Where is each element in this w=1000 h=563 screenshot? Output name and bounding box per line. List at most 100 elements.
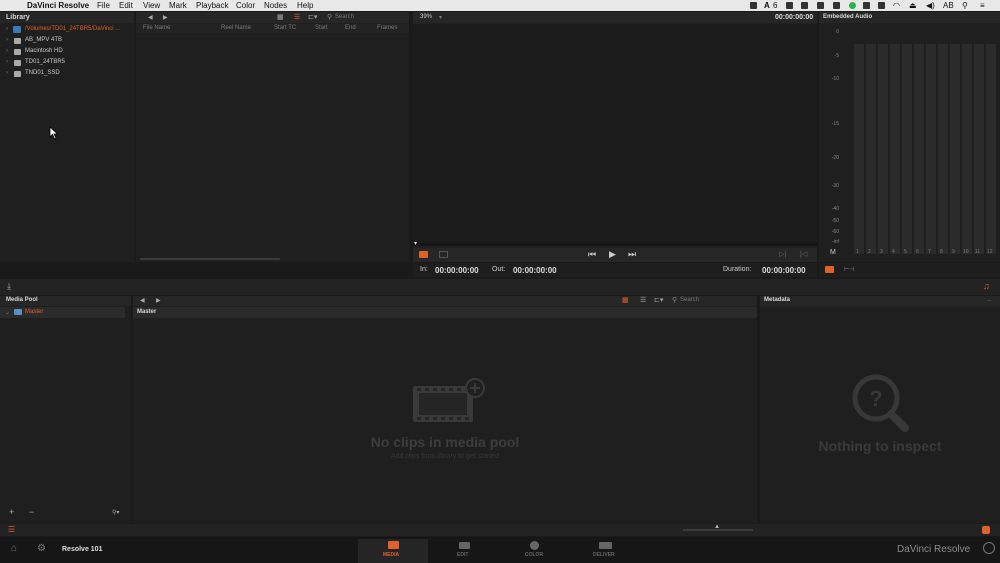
safe-area-icon[interactable] bbox=[439, 251, 448, 258]
menu-playback[interactable]: Playback bbox=[196, 1, 228, 10]
dropbox-icon[interactable] bbox=[863, 2, 870, 9]
workspace-strip: ⤓ ♫ bbox=[0, 279, 1000, 295]
sort-icon[interactable]: ⊏▾ bbox=[308, 13, 317, 21]
wifi-icon[interactable]: ◠ bbox=[893, 1, 900, 10]
app-menu[interactable]: DaVinci Resolve bbox=[27, 1, 89, 10]
meter-bar bbox=[914, 44, 924, 254]
status-icon[interactable] bbox=[849, 2, 856, 9]
meter-bar bbox=[950, 44, 960, 254]
back-icon[interactable]: ◀ bbox=[148, 14, 153, 21]
tab-media[interactable]: MEDIA bbox=[358, 539, 428, 563]
bolt-icon[interactable] bbox=[878, 2, 885, 9]
drive-label: Macintosh HD bbox=[25, 48, 63, 54]
list-view-icon[interactable]: ☰ bbox=[640, 296, 646, 304]
adobe-icon[interactable]: A bbox=[764, 1, 770, 10]
scrubber-bar[interactable] bbox=[413, 243, 817, 246]
jump-start-icon[interactable]: ⏮ bbox=[588, 249, 596, 260]
add-bin-button[interactable]: + bbox=[9, 507, 14, 517]
duration-label: Duration: bbox=[723, 266, 752, 273]
playhead-icon[interactable]: ▾ bbox=[414, 240, 417, 247]
scale-label: -15 bbox=[831, 121, 839, 127]
col-file-name[interactable]: File Name bbox=[143, 25, 170, 31]
tag-icon[interactable] bbox=[982, 526, 990, 534]
menu-edit[interactable]: Edit bbox=[119, 1, 133, 10]
horizontal-scrollbar[interactable] bbox=[140, 258, 280, 260]
menu-view[interactable]: View bbox=[143, 1, 160, 10]
out-timecode[interactable]: 00:00:00:00 bbox=[513, 266, 557, 275]
jump-end-icon[interactable]: ⏭ bbox=[628, 249, 636, 260]
import-icon[interactable]: ⤓ bbox=[7, 281, 11, 292]
clip-view-icon[interactable] bbox=[419, 251, 428, 258]
remove-bin-button[interactable]: − bbox=[29, 507, 34, 517]
menu-color[interactable]: Color bbox=[236, 1, 255, 10]
col-frames[interactable]: Frames bbox=[377, 25, 397, 31]
grid-view-icon[interactable]: ▦ bbox=[622, 296, 629, 304]
meter-bar bbox=[938, 44, 948, 254]
meter-m-label: M bbox=[830, 249, 836, 256]
col-end[interactable]: End bbox=[345, 25, 356, 31]
col-start-tc[interactable]: Start TC bbox=[274, 25, 296, 31]
menu-mark[interactable]: Mark bbox=[169, 1, 187, 10]
back-icon[interactable]: ◀ bbox=[140, 297, 145, 304]
waveform-icon[interactable]: ⊢⊣ bbox=[844, 266, 854, 273]
slider-handle[interactable]: ▲ bbox=[714, 524, 720, 530]
next-frame-icon[interactable]: |◁ bbox=[800, 250, 807, 258]
menu-help[interactable]: Help bbox=[297, 1, 313, 10]
channel-label: 1 bbox=[856, 249, 859, 255]
col-reel-name[interactable]: Reel Name bbox=[221, 25, 251, 31]
window-icon[interactable] bbox=[801, 2, 808, 9]
drive-icon bbox=[14, 60, 21, 66]
list-item[interactable]: › Macintosh HD bbox=[0, 47, 134, 57]
tab-deliver[interactable]: DELIVER bbox=[580, 539, 632, 563]
list-item[interactable]: › TND01_SSD bbox=[0, 69, 134, 79]
film-clip-icon bbox=[413, 378, 485, 422]
channel-label: 8 bbox=[940, 249, 943, 255]
color-icon bbox=[530, 541, 539, 550]
forward-icon[interactable]: ▶ bbox=[163, 14, 168, 21]
bin-item-master[interactable]: ⌄ Master bbox=[0, 307, 125, 318]
search-input[interactable]: Search bbox=[335, 14, 354, 20]
prev-frame-icon[interactable]: ▷| bbox=[779, 250, 786, 258]
meter-bar bbox=[878, 44, 888, 254]
drive-label: AB_MPV 4TB bbox=[25, 37, 63, 43]
in-timecode[interactable]: 00:00:00:00 bbox=[435, 266, 479, 275]
forward-icon[interactable]: ▶ bbox=[156, 297, 161, 304]
record-icon[interactable] bbox=[833, 2, 840, 9]
list-item[interactable]: › /Volumes/TD01_24TBR5/DaVinci ... bbox=[0, 25, 134, 35]
meter-bar bbox=[890, 44, 900, 254]
bin-search-icon[interactable]: ⚲▾ bbox=[112, 509, 119, 516]
list-item[interactable]: › AB_MPV 4TB bbox=[0, 36, 134, 46]
meters-icon[interactable] bbox=[825, 266, 834, 273]
eject-icon[interactable]: ⏏ bbox=[909, 1, 917, 10]
col-start[interactable]: Start bbox=[315, 25, 328, 31]
tab-color[interactable]: COLOR bbox=[510, 539, 560, 563]
media-pool-toolbar bbox=[133, 296, 757, 306]
list-item[interactable]: › TD01_24TBR5 bbox=[0, 58, 134, 68]
volume-icon[interactable]: ◀) bbox=[926, 1, 935, 10]
channel-label: 5 bbox=[904, 249, 907, 255]
drive-icon bbox=[14, 49, 21, 55]
brand-label: DaVinci Resolve bbox=[897, 544, 971, 555]
settings-icon[interactable]: ⚙ bbox=[37, 543, 46, 554]
list-toggle-icon[interactable]: ☰ bbox=[8, 525, 15, 534]
audio-icon[interactable]: ♫ bbox=[983, 281, 990, 291]
sync-icon[interactable] bbox=[786, 2, 793, 9]
home-icon[interactable]: ⌂ bbox=[11, 543, 17, 554]
drive-label: TD01_24TBR5 bbox=[25, 59, 66, 65]
grid-view-icon[interactable]: ▦ bbox=[277, 13, 284, 21]
user-menu[interactable]: AB bbox=[943, 1, 954, 10]
tab-edit[interactable]: EDIT bbox=[440, 539, 490, 563]
camera-icon[interactable] bbox=[750, 2, 757, 9]
list-view-icon[interactable]: ☰ bbox=[294, 13, 300, 21]
zoom-dropdown-icon[interactable]: ▾ bbox=[439, 14, 442, 21]
menu-nodes[interactable]: Nodes bbox=[264, 1, 287, 10]
menu-file[interactable]: File bbox=[97, 1, 110, 10]
list-icon[interactable]: ≡ bbox=[980, 1, 985, 10]
play-icon[interactable]: ▶ bbox=[609, 249, 616, 260]
sort-icon[interactable]: ⊏▾ bbox=[654, 296, 663, 304]
cloud-icon[interactable] bbox=[817, 2, 824, 9]
adobe-count: 6 bbox=[773, 1, 778, 10]
search-icon[interactable]: ⚲ bbox=[962, 1, 968, 10]
search-input[interactable]: Search bbox=[680, 297, 699, 303]
zoom-level[interactable]: 39% bbox=[420, 14, 432, 20]
